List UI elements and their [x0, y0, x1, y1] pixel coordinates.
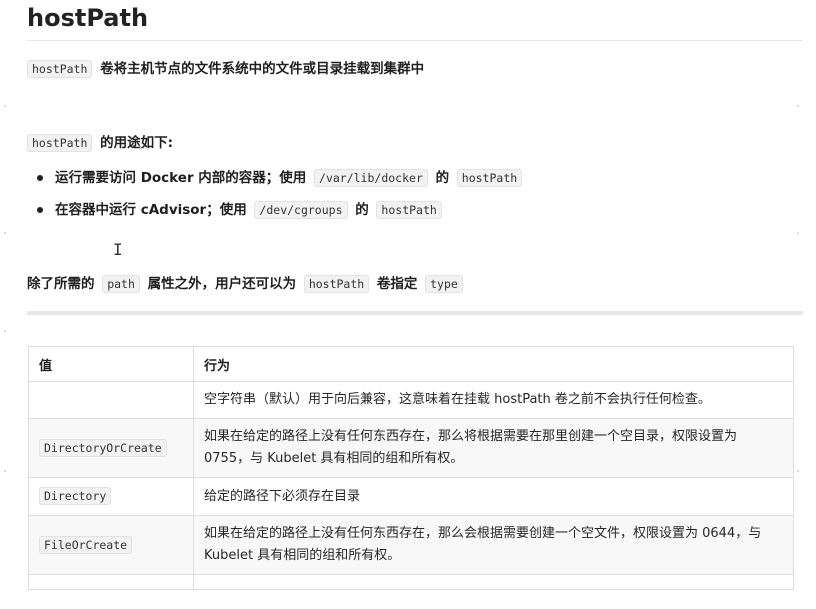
type-note-paragraph: 除了所需的 path 属性之外，用户还可以为 hostPath 卷指定 type	[27, 273, 466, 295]
value-cell: Directory	[28, 477, 194, 516]
behavior-cell: 如果在给定的路径上没有任何东西存在，那么会根据需要创建一个空文件，权限设置为 0…	[193, 515, 794, 575]
list-item-mid: 的	[355, 202, 369, 218]
behavior-cell	[193, 574, 794, 590]
table-row-cut	[28, 574, 794, 590]
inline-code: /var/lib/docker	[314, 169, 428, 187]
bullet-icon	[37, 175, 43, 181]
inline-code: FileOrCreate	[39, 535, 133, 554]
value-cell: DirectoryOrCreate	[28, 418, 194, 478]
table-row: Directory 给定的路径下必须存在目录	[28, 477, 794, 516]
page-title: hostPath	[27, 4, 149, 32]
bg-dot	[797, 105, 799, 107]
list-item: 运行需要访问 Docker 内部的容器；使用 /var/lib/docker 的…	[27, 167, 525, 199]
table-row: DirectoryOrCreate 如果在给定的路径上没有任何东西存在，那么将根…	[28, 418, 794, 478]
type-note-mid1: 属性之外，用户还可以为	[147, 276, 297, 292]
table-header-row: 值 行为	[28, 346, 794, 382]
bg-dot	[797, 232, 799, 234]
value-cell	[28, 574, 194, 590]
value-cell: FileOrCreate	[28, 515, 194, 575]
bg-dot	[4, 105, 6, 107]
list-item-text: 运行需要访问 Docker 内部的容器；使用	[55, 170, 307, 186]
column-header-value: 值	[28, 346, 194, 382]
inline-code: type	[425, 275, 463, 293]
uses-list: 运行需要访问 Docker 内部的容器；使用 /var/lib/docker 的…	[27, 167, 525, 231]
inline-code: DirectoryOrCreate	[39, 438, 167, 457]
list-item-mid: 的	[435, 170, 450, 186]
behavior-cell: 给定的路径下必须存在目录	[193, 477, 794, 516]
bullet-icon	[37, 207, 43, 213]
inline-code: hostPath	[27, 60, 93, 78]
inline-code: hostPath	[456, 169, 523, 187]
inline-code: hostPath	[376, 201, 442, 219]
text-cursor-icon: I	[113, 240, 123, 259]
list-item: 在容器中运行 cAdvisor；使用 /dev/cgroups 的 hostPa…	[27, 199, 525, 231]
inline-code: path	[102, 275, 140, 293]
list-item-text: 在容器中运行 cAdvisor；使用	[55, 202, 247, 218]
inline-code: Directory	[39, 487, 112, 505]
intro-paragraph: hostPath 卷将主机节点的文件系统中的文件或目录挂载到集群中	[27, 58, 424, 80]
uses-paragraph: hostPath 的用途如下:	[27, 132, 173, 154]
behavior-cell: 空字符串（默认）用于向后兼容，这意味着在挂载 hostPath 卷之前不会执行任…	[193, 381, 794, 419]
hostpath-type-table: 值 行为 空字符串（默认）用于向后兼容，这意味着在挂载 hostPath 卷之前…	[28, 346, 794, 590]
bg-dot	[4, 232, 6, 234]
column-header-behavior: 行为	[193, 346, 794, 382]
inline-code: /dev/cgroups	[254, 201, 348, 219]
value-cell	[28, 381, 194, 419]
section-divider	[27, 311, 803, 315]
uses-text: 的用途如下:	[100, 135, 173, 151]
table-row: FileOrCreate 如果在给定的路径上没有任何东西存在，那么会根据需要创建…	[28, 515, 794, 575]
document-page: hostPath hostPath 卷将主机节点的文件系统中的文件或目录挂载到集…	[0, 0, 816, 609]
table-row: 空字符串（默认）用于向后兼容，这意味着在挂载 hostPath 卷之前不会执行任…	[28, 381, 794, 419]
bg-dot	[4, 470, 6, 472]
inline-code: hostPath	[27, 134, 93, 152]
type-note-mid2: 卷指定	[376, 276, 418, 292]
intro-text: 卷将主机节点的文件系统中的文件或目录挂载到集群中	[100, 61, 425, 77]
behavior-cell: 如果在给定的路径上没有任何东西存在，那么将根据需要在那里创建一个空目录，权限设置…	[193, 418, 794, 478]
inline-code: hostPath	[303, 275, 370, 293]
bg-dot	[4, 330, 6, 332]
type-note-prefix: 除了所需的	[27, 276, 95, 292]
bg-dot	[797, 470, 799, 472]
title-divider	[27, 40, 803, 41]
